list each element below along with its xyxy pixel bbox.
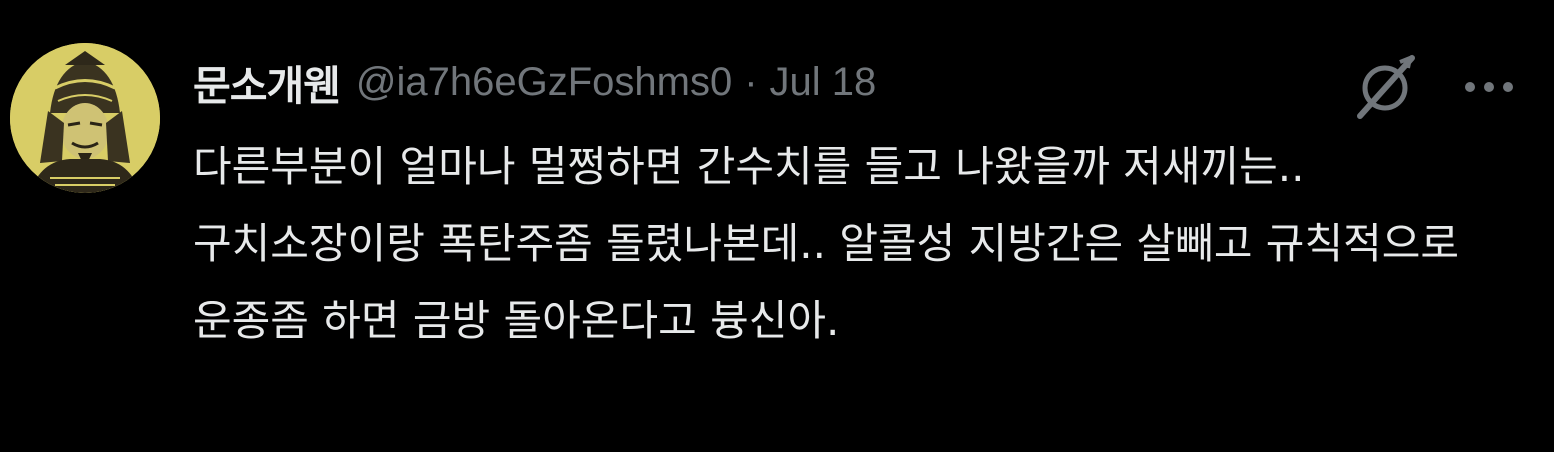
author-handle[interactable]: @ia7h6eGzFoshms0 bbox=[356, 60, 732, 105]
avatar-portrait-icon bbox=[10, 43, 160, 193]
grok-button[interactable] bbox=[1352, 52, 1418, 122]
tweet-header: 문소개웬 @ia7h6eGzFoshms0 · Jul 18 bbox=[193, 50, 876, 114]
tweet: 문소개웬 @ia7h6eGzFoshms0 · Jul 18 다른부분이 얼마나… bbox=[0, 0, 1554, 452]
more-dots-icon bbox=[1465, 82, 1513, 92]
tweet-actions bbox=[1352, 52, 1514, 122]
avatar[interactable] bbox=[10, 43, 160, 193]
author-display-name[interactable]: 문소개웬 bbox=[193, 52, 341, 112]
tweet-text: 다른부분이 얼마나 멀쩡하면 간수치를 들고 나왔을까 저새끼는.. 구치소장이… bbox=[193, 142, 1473, 345]
grok-slash-icon bbox=[1357, 54, 1415, 119]
separator-dot: · bbox=[744, 59, 758, 104]
more-button[interactable] bbox=[1464, 80, 1514, 94]
post-date[interactable]: Jul 18 bbox=[770, 60, 877, 105]
